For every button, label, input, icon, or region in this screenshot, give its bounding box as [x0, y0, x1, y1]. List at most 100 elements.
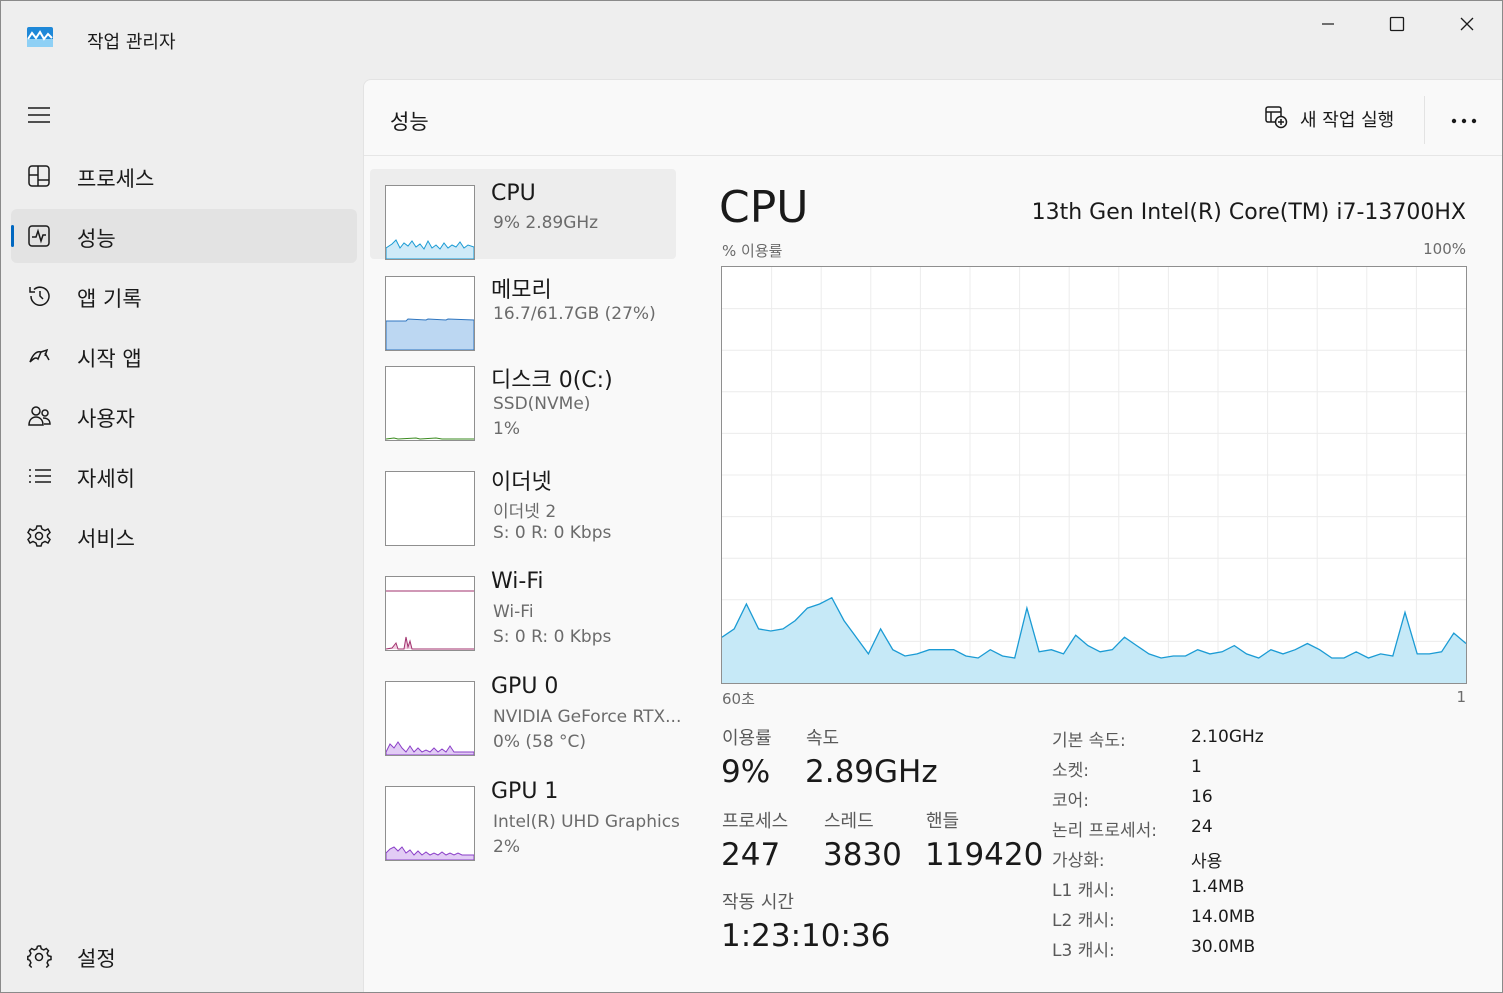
cpu-model-name: 13th Gen Intel(R) Core(TM) i7-13700HX: [1031, 200, 1466, 225]
spec-value: 14.0MB: [1191, 907, 1256, 927]
sidebar-item-startup-apps[interactable]: 시작 앱: [11, 329, 357, 383]
window-title: 작업 관리자: [87, 32, 176, 53]
resource-name: Wi-Fi: [491, 569, 544, 594]
startup-icon: [27, 344, 53, 368]
sidebar-item-processes[interactable]: 프로세스: [11, 149, 357, 203]
minimize-button[interactable]: [1305, 9, 1351, 39]
resource-name: GPU 1: [491, 779, 559, 804]
services-icon: [27, 524, 53, 548]
sidebar-item-details[interactable]: 자세히: [11, 449, 357, 503]
resource-item-wifi[interactable]: Wi-Fi Wi-Fi S: 0 R: 0 Kbps: [370, 562, 676, 652]
settings-icon: [27, 944, 53, 969]
run-new-task-label: 새 작업 실행: [1300, 110, 1395, 131]
resource-detail: SSD(NVMe): [493, 394, 591, 414]
sidebar-item-label: 프로세스: [77, 167, 155, 191]
resource-detail: 16.7/61.7GB (27%): [493, 304, 656, 324]
resource-name: 이더넷: [491, 470, 552, 495]
spec-key: 코어:: [1052, 791, 1090, 811]
page-header: 성능 새 작업 실행: [364, 80, 1502, 156]
hamburger-menu-button[interactable]: [25, 103, 53, 127]
resource-item-cpu[interactable]: CPU 9% 2.89GHz: [370, 169, 676, 260]
x-axis-start-label: 60초: [722, 690, 755, 708]
resource-detail: Intel(R) UHD Graphics: [493, 812, 680, 832]
resource-item-gpu0[interactable]: GPU 0 NVIDIA GeForce RTX... 0% (58 °C): [370, 667, 681, 757]
run-new-task-button[interactable]: 새 작업 실행: [1264, 104, 1394, 134]
sidebar-item-label: 성능: [77, 227, 116, 251]
maximize-icon: [1389, 16, 1405, 32]
handles-label: 핸들: [926, 811, 960, 832]
sidebar-item-label: 설정: [77, 947, 116, 971]
sidebar-item-label: 서비스: [77, 527, 135, 551]
close-button[interactable]: [1444, 9, 1490, 39]
handles-value: 119420: [925, 837, 1044, 873]
performance-page: 성능 새 작업 실행 CPU 9% 2.89GHz 메모리 16.7/61.7G…: [363, 79, 1502, 992]
spec-key: 소켓:: [1052, 761, 1090, 781]
sidebar-item-performance[interactable]: 성능: [11, 209, 357, 263]
utilization-label: 이용률: [722, 728, 772, 749]
cpu-usage-graph: [721, 266, 1467, 684]
sidebar-item-label: 시작 앱: [77, 347, 142, 371]
spec-key: L1 캐시:: [1052, 881, 1115, 901]
resource-item-disk[interactable]: 디스크 0(C:) SSD(NVMe) 1%: [370, 352, 676, 442]
resource-usage: S: 0 R: 0 Kbps: [493, 523, 612, 543]
spec-value: 1.4MB: [1191, 877, 1245, 897]
spec-value: 16: [1191, 787, 1213, 807]
sidebar-item-services[interactable]: 서비스: [11, 509, 357, 563]
resource-item-ethernet[interactable]: 이더넷 이더넷 2 S: 0 R: 0 Kbps: [370, 457, 676, 547]
close-icon: [1459, 16, 1475, 32]
resource-usage: S: 0 R: 0 Kbps: [493, 627, 612, 647]
wifi-thumbnail-graph: [385, 576, 475, 651]
resource-usage: 0% (58 °C): [493, 732, 587, 752]
speed-value: 2.89GHz: [805, 754, 938, 790]
detail-title: CPU: [719, 182, 809, 233]
spec-value: 2.10GHz: [1191, 727, 1264, 747]
sidebar-item-app-history[interactable]: 앱 기록: [11, 269, 357, 323]
resource-usage: 1%: [493, 419, 520, 439]
sidebar-item-label: 앱 기록: [77, 287, 142, 311]
gpu0-thumbnail-graph: [385, 681, 475, 756]
cpu-thumbnail-graph: [385, 185, 475, 260]
more-options-button[interactable]: [1446, 102, 1482, 134]
spec-key: 기본 속도:: [1052, 731, 1126, 751]
users-icon: [27, 404, 53, 428]
maximize-button[interactable]: [1374, 9, 1420, 39]
threads-label: 스레드: [824, 811, 874, 832]
spec-key: 가상화:: [1052, 851, 1105, 871]
resource-detail: Wi-Fi: [493, 602, 534, 622]
resource-item-memory[interactable]: 메모리 16.7/61.7GB (27%): [370, 260, 676, 351]
hamburger-icon: [25, 107, 53, 131]
spec-key: L2 캐시:: [1052, 911, 1115, 931]
x-axis-end-label: 1: [1456, 688, 1466, 706]
task-manager-window: 작업 관리자 프로세스 성능 앱 기록 시작 앱 사용자 자세히 서비스 설정 …: [0, 0, 1503, 993]
resource-item-gpu1[interactable]: GPU 1 Intel(R) UHD Graphics 2%: [370, 772, 680, 862]
performance-icon: [27, 224, 53, 248]
navigation-sidebar: 프로세스 성능 앱 기록 시작 앱 사용자 자세히 서비스 설정: [1, 77, 363, 992]
resource-name: 메모리: [491, 278, 552, 303]
sidebar-item-settings[interactable]: 설정: [11, 929, 357, 983]
uptime-value: 1:23:10:36: [721, 918, 891, 954]
sidebar-item-label: 사용자: [77, 407, 135, 431]
more-icon: [1451, 109, 1477, 128]
utilization-value: 9%: [721, 754, 771, 790]
processes-value: 247: [721, 837, 781, 873]
y-axis-label: % 이용률: [722, 242, 783, 260]
title-bar: 작업 관리자: [1, 1, 1502, 77]
speed-label: 속도: [806, 728, 840, 749]
sidebar-item-label: 자세히: [77, 467, 135, 491]
processes-icon: [27, 164, 53, 188]
active-indicator: [11, 225, 14, 247]
uptime-label: 작동 시간: [722, 892, 794, 913]
history-icon: [27, 284, 53, 308]
new-task-icon: [1264, 105, 1288, 133]
task-manager-app-icon: [27, 27, 53, 47]
minimize-icon: [1320, 16, 1336, 32]
ethernet-thumbnail-graph: [385, 471, 475, 546]
sidebar-item-users[interactable]: 사용자: [11, 389, 357, 443]
cpu-usage-area: [722, 597, 1466, 683]
spec-value: 사용: [1191, 852, 1223, 872]
resource-usage: 2%: [493, 837, 520, 857]
y-axis-max-label: 100%: [1423, 240, 1466, 258]
resource-detail: 이더넷 2: [493, 502, 557, 522]
threads-value: 3830: [823, 837, 902, 873]
processes-label: 프로세스: [722, 811, 789, 832]
